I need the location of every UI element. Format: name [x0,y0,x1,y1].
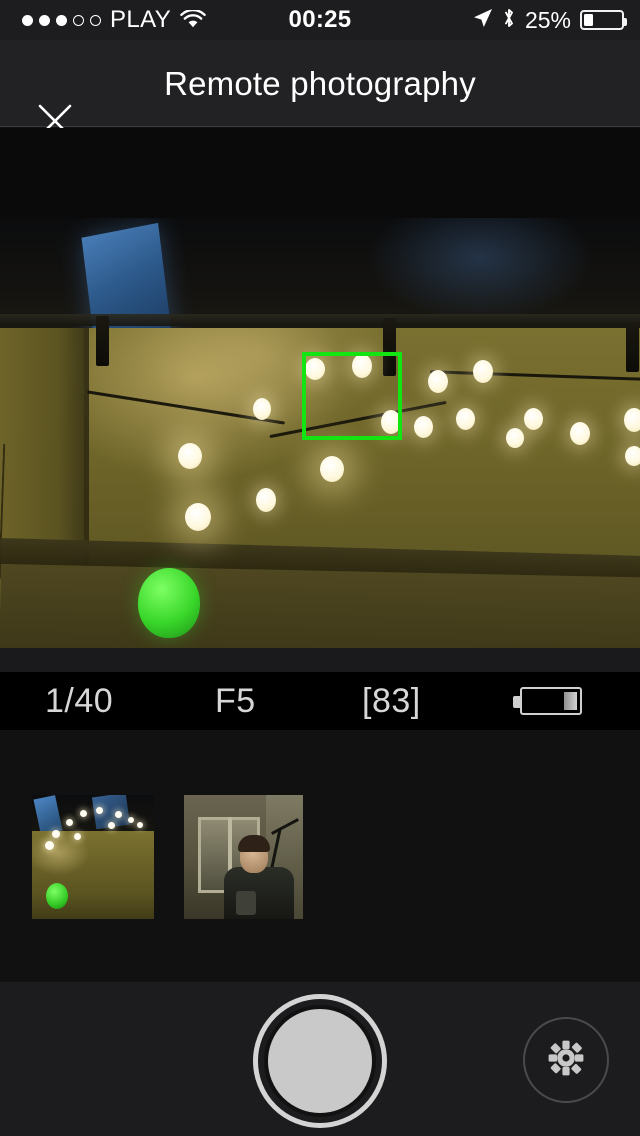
camera-battery-fill [564,692,577,710]
clock-label: 00:25 [288,6,352,33]
live-view-preview[interactable] [0,128,640,648]
thumbnail-1[interactable] [32,795,154,919]
scene-bulb [570,422,590,445]
status-bar-right: 25% [473,0,627,40]
status-bar: PLAY 00:25 25% [0,0,640,40]
scene-bulb [506,428,524,448]
battery-percent-label: 25% [524,6,571,33]
camera-battery-icon [513,687,582,715]
scene-bulb [178,443,202,469]
thumb2-person-hair [238,835,270,852]
scene-bulb [428,370,448,393]
thumb2-phone [236,891,256,915]
scene-bulb [456,408,475,430]
remote-photography-screen: PLAY 00:25 25% Remote photography 1/40 F… [0,0,640,1136]
shutter-button-inner [264,1005,376,1117]
thumb1-bulb [52,830,60,838]
thumb1-bulb [66,819,73,826]
scene-bulb [625,446,640,466]
settings-button[interactable] [523,1017,609,1103]
thumb1-bulb [80,810,87,817]
scene-bulb [414,416,433,438]
thumb1-bulb [45,841,54,850]
scene-bulb [256,488,276,512]
shots-remaining-value: [83] [362,681,421,720]
camera-info-area: 1/40 F5 [83] [0,648,640,730]
scene-bulb [185,503,211,531]
thumb1-bulb [137,822,143,828]
scene-bulb [473,360,493,383]
scene-green-balloon [138,568,200,638]
location-arrow-icon [473,8,493,33]
focus-rectangle [302,352,402,440]
gear-icon [543,1035,589,1086]
thumbnail-2[interactable] [184,795,303,919]
shutter-button[interactable] [253,994,387,1128]
thumb1-bulb [96,807,103,814]
camera-info-bar: 1/40 F5 [83] [0,672,640,730]
battery-icon [580,10,627,30]
thumb1-bulb [128,817,134,823]
thumb2-person-body [224,867,294,919]
scene-floor [0,564,640,648]
preview-image [0,218,640,648]
thumb1-bulb [74,833,81,840]
aperture-value: F5 [215,681,256,720]
scene-bracket-1 [96,316,109,366]
thumb1-bulb [115,811,122,818]
scene-bracket-3 [626,322,639,372]
page-title: Remote photography [164,64,476,102]
scene-bulb [524,408,543,430]
thumbnail-strip [0,730,640,982]
thumb1-balloon [46,883,68,909]
scene-bulb [624,408,640,432]
scene-bulb [253,398,271,420]
battery-fill [584,14,593,26]
thumb1-bulb [108,822,115,829]
title-bar: Remote photography [0,40,640,137]
shutter-speed-value: 1/40 [45,681,114,720]
bluetooth-icon [502,7,516,34]
scene-bulb [320,456,344,482]
